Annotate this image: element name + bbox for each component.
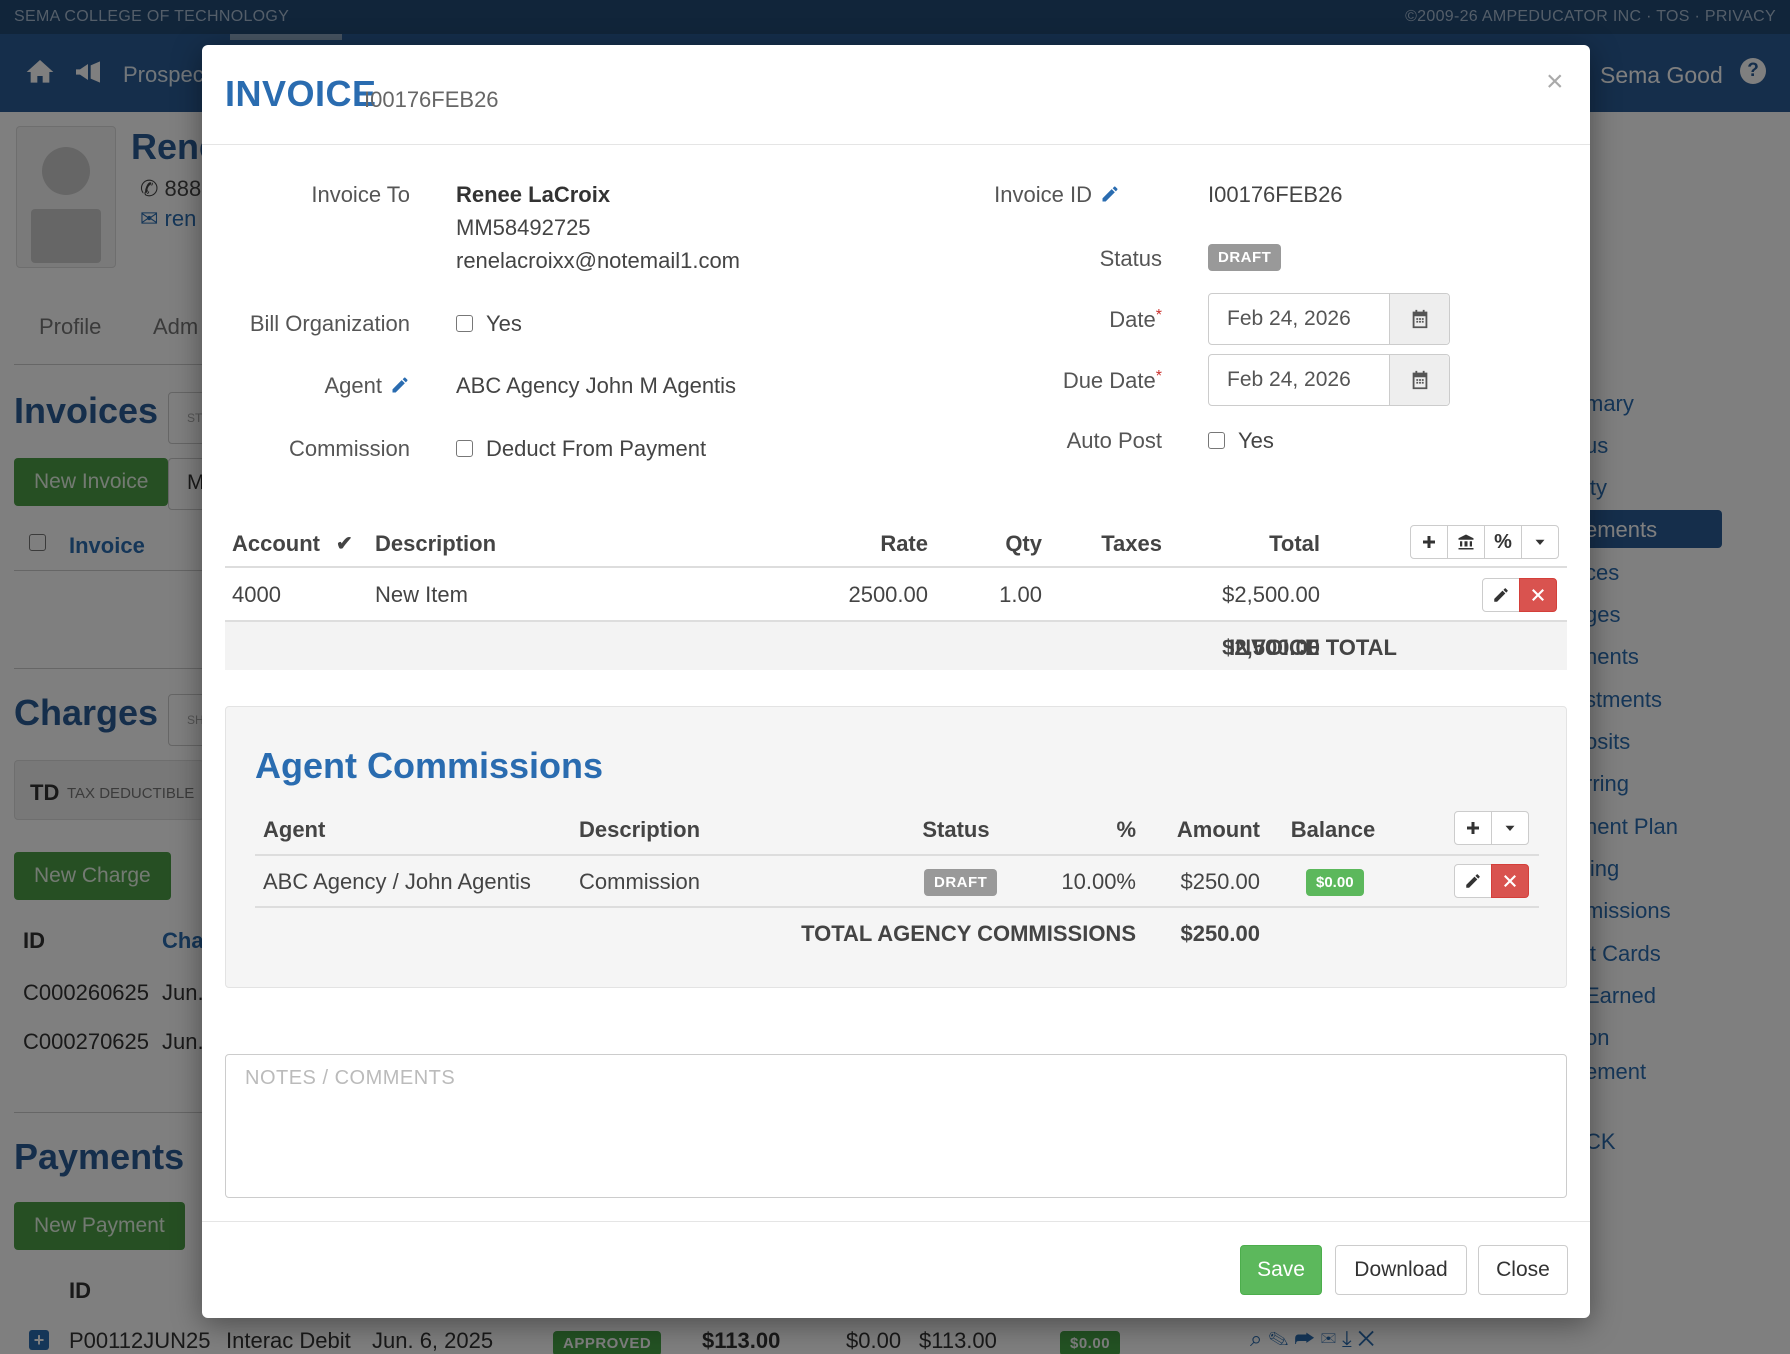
notes-textarea[interactable] bbox=[226, 1055, 1566, 1197]
line-qty: 1.00 bbox=[999, 582, 1042, 607]
bill-organization-option[interactable]: Yes bbox=[486, 311, 522, 337]
chevron-down-icon[interactable] bbox=[1521, 525, 1559, 559]
col-total: Total bbox=[1269, 531, 1320, 556]
modal-title: INVOICE bbox=[225, 73, 377, 114]
check-icon: ✔ bbox=[336, 533, 353, 555]
notes-box bbox=[225, 1054, 1567, 1198]
edit-pencil-icon[interactable] bbox=[1454, 864, 1492, 898]
delete-x-icon[interactable] bbox=[1519, 578, 1557, 612]
save-button[interactable]: Save bbox=[1240, 1245, 1322, 1295]
status-label: Status bbox=[1099, 246, 1162, 271]
modal-header: INVOICE I00176FEB26 × bbox=[202, 45, 1590, 145]
agent-commissions-title: Agent Commissions bbox=[255, 745, 604, 786]
due-date-field[interactable]: Feb 24, 2026 bbox=[1208, 354, 1450, 406]
calendar-icon[interactable] bbox=[1389, 294, 1449, 344]
add-line-plus-icon[interactable] bbox=[1410, 525, 1448, 559]
agent-value: ABC Agency John M Agentis bbox=[456, 373, 737, 398]
col-rate: Rate bbox=[880, 531, 928, 556]
auto-post-option[interactable]: Yes bbox=[1238, 428, 1274, 454]
line-rate: 2500.00 bbox=[848, 582, 928, 607]
due-date-label: Due Date* bbox=[1062, 368, 1162, 393]
comm-status-badge: DRAFT bbox=[924, 869, 998, 896]
invoice-to-name: Renee LaCroix bbox=[456, 182, 611, 207]
line-total: $2,500.00 bbox=[1222, 582, 1320, 607]
modal-subtitle: I00176FEB26 bbox=[364, 87, 499, 112]
line-account: 4000 bbox=[232, 582, 281, 607]
edit-agent-pencil-icon[interactable] bbox=[390, 375, 410, 395]
edit-invoice-id-pencil-icon[interactable] bbox=[1100, 184, 1120, 204]
commission-toolbar bbox=[1454, 811, 1529, 845]
agent-label: Agent bbox=[242, 373, 410, 399]
agent-commissions-panel: Agent Commissions Agent Description Stat… bbox=[225, 706, 1567, 988]
comm-row-rule bbox=[255, 906, 1539, 908]
due-date-input[interactable]: Feb 24, 2026 bbox=[1227, 368, 1351, 392]
chevron-down-icon[interactable] bbox=[1491, 811, 1529, 845]
invoice-id-label: Invoice ID bbox=[902, 182, 1120, 208]
total-commissions-value: $250.00 bbox=[1180, 921, 1260, 946]
invoice-modal: INVOICE I00176FEB26 × Invoice To Renee L… bbox=[202, 45, 1590, 1318]
line-description: New Item bbox=[375, 582, 468, 607]
total-commissions-label: TOTAL AGENCY COMMISSIONS bbox=[801, 921, 1136, 946]
line-row-actions bbox=[1482, 578, 1557, 612]
comm-amount: $250.00 bbox=[1180, 869, 1260, 894]
invoice-to-email: renelacroixx@notemail1.com bbox=[456, 248, 741, 273]
col-agent: Agent bbox=[263, 817, 326, 842]
invoice-total-value: $2,500.00 bbox=[1222, 635, 1320, 660]
invoice-to-id: MM58492725 bbox=[456, 215, 591, 240]
calendar-icon[interactable] bbox=[1389, 355, 1449, 405]
status-badge: DRAFT bbox=[1208, 244, 1282, 271]
deduct-from-payment-checkbox[interactable] bbox=[456, 440, 473, 457]
bank-icon[interactable] bbox=[1447, 525, 1485, 559]
col-taxes: Taxes bbox=[1101, 531, 1162, 556]
auto-post-label: Auto Post bbox=[1066, 428, 1162, 453]
date-label: Date* bbox=[1109, 307, 1162, 332]
col-comm-status: Status bbox=[922, 817, 990, 842]
date-input[interactable]: Feb 24, 2026 bbox=[1227, 307, 1351, 331]
col-comm-amount: Amount bbox=[1176, 817, 1260, 842]
add-commission-plus-icon[interactable] bbox=[1454, 811, 1492, 845]
invoice-total-label: INVOICE TOTAL bbox=[1229, 635, 1397, 660]
comm-percent: 10.00% bbox=[1061, 869, 1136, 894]
col-qty: Qty bbox=[1005, 531, 1042, 556]
col-account: Account bbox=[232, 531, 320, 556]
modal-footer-rule bbox=[202, 1221, 1590, 1222]
comm-row-actions bbox=[1454, 864, 1529, 898]
comm-header-rule bbox=[255, 854, 1539, 856]
col-comm-percent: % bbox=[1116, 817, 1136, 842]
table-header-rule bbox=[225, 566, 1567, 568]
invoice-to-label: Invoice To bbox=[311, 182, 410, 207]
delete-x-icon[interactable] bbox=[1491, 864, 1529, 898]
close-button[interactable]: Close bbox=[1478, 1245, 1568, 1295]
comm-agent: ABC Agency / John Agentis bbox=[263, 869, 531, 894]
comm-description: Commission bbox=[579, 869, 701, 894]
comm-balance-badge: $0.00 bbox=[1306, 869, 1364, 896]
col-comm-balance: Balance bbox=[1290, 817, 1376, 842]
date-field[interactable]: Feb 24, 2026 bbox=[1208, 293, 1450, 345]
deduct-from-payment-option[interactable]: Deduct From Payment bbox=[486, 436, 706, 462]
col-comm-description: Description bbox=[579, 817, 701, 842]
invoice-id-value: I00176FEB26 bbox=[1208, 182, 1343, 207]
col-description: Description bbox=[375, 531, 497, 556]
bill-organization-checkbox[interactable] bbox=[456, 315, 473, 332]
percent-icon[interactable]: % bbox=[1484, 525, 1522, 559]
close-icon[interactable]: × bbox=[1546, 65, 1564, 99]
commission-label: Commission bbox=[288, 436, 410, 461]
edit-pencil-icon[interactable] bbox=[1482, 578, 1520, 612]
line-item-toolbar: % bbox=[1410, 525, 1559, 559]
download-button[interactable]: Download bbox=[1335, 1245, 1467, 1295]
auto-post-checkbox[interactable] bbox=[1208, 432, 1225, 449]
bill-organization-label: Bill Organization bbox=[249, 311, 410, 336]
